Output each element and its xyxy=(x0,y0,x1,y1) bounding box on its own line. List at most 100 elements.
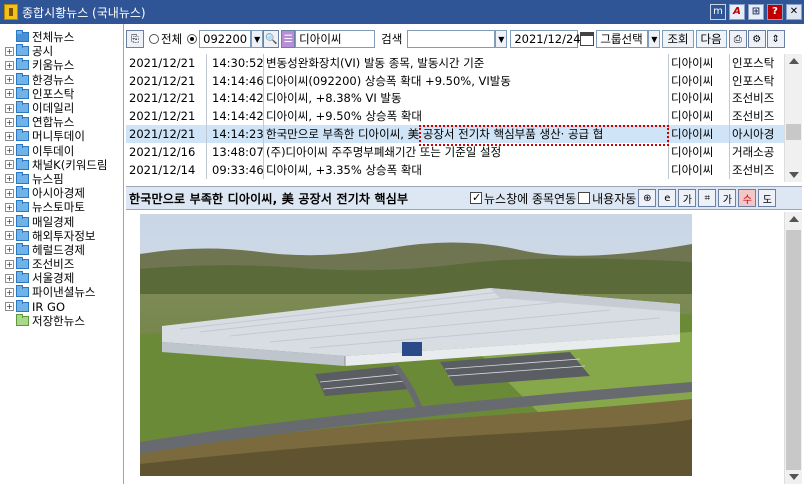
article-scroll-thumb[interactable] xyxy=(786,230,801,470)
pin-icon[interactable]: ⊞ xyxy=(748,4,764,20)
search-input[interactable] xyxy=(407,30,496,48)
news-list-scrollbar[interactable] xyxy=(784,54,802,182)
news-link-checkbox[interactable] xyxy=(470,191,482,204)
expand-icon[interactable]: + xyxy=(5,188,14,198)
gear-icon[interactable]: ⚙ xyxy=(747,30,766,48)
expand-icon[interactable]: + xyxy=(5,46,14,56)
tree-item[interactable]: + 해외투자정보 xyxy=(0,228,123,243)
expand-icon[interactable]: + xyxy=(5,217,14,227)
expand-icon[interactable]: + xyxy=(5,287,14,297)
help-button[interactable]: ? xyxy=(767,4,783,20)
folder-icon xyxy=(16,129,29,142)
expand-icon[interactable]: + xyxy=(5,146,14,156)
article-scroll-up-icon[interactable] xyxy=(789,216,799,222)
font-smaller-icon[interactable]: 가 xyxy=(678,189,697,207)
stock-search-icon[interactable]: ⎘ xyxy=(126,30,144,48)
group-select[interactable]: 그룹선택 xyxy=(596,30,649,48)
article-scrollbar[interactable] xyxy=(784,212,802,484)
expand-icon[interactable]: + xyxy=(5,259,14,269)
article-body xyxy=(126,212,784,484)
tree-item[interactable]: + 아시아경제 xyxy=(0,186,123,200)
auto-content-checkbox[interactable] xyxy=(578,192,591,204)
tree-item[interactable]: 전체뉴스 xyxy=(0,30,123,44)
news-row[interactable]: 2021/12/21 14:14:42 디아이씨, +9.50% 상승폭 확대 디아이… xyxy=(126,107,784,126)
tree-item[interactable]: + 뉴스핌 xyxy=(0,171,123,186)
tree-item[interactable]: + 파이낸셜뉴스 xyxy=(0,285,123,299)
factory-photo xyxy=(140,214,692,476)
tree-item[interactable]: 저장한뉴스 xyxy=(0,313,123,328)
tree-item[interactable]: + 머니투데이 xyxy=(0,129,123,143)
radio-code[interactable] xyxy=(187,34,198,44)
tree-item[interactable]: + 서울경제 xyxy=(0,271,123,285)
tree-item[interactable]: + 뉴스토마토 xyxy=(0,200,123,214)
fit-icon[interactable]: ⌗ xyxy=(698,189,717,207)
m-button[interactable]: m xyxy=(710,4,726,20)
tree-item[interactable]: + 헤럴드경제 xyxy=(0,242,123,257)
stock-code-input[interactable]: 092200 xyxy=(199,30,252,48)
tree-item[interactable]: + IR GO xyxy=(0,299,123,314)
news-row[interactable]: 2021/12/21 14:14:23 한국만으로 부족한 디아이씨, 美 공장서 … xyxy=(126,125,784,143)
news-row[interactable]: 2021/12/21 14:14:46 디아이씨(092200) 상승폭 확대 +9… xyxy=(126,71,784,90)
tree-item[interactable]: + 공시 xyxy=(0,44,123,58)
tree-item[interactable]: + 이투데이 xyxy=(0,143,123,158)
expand-icon[interactable]: + xyxy=(5,103,14,113)
tree-item[interactable]: + 한경뉴스 xyxy=(0,72,123,87)
news-row[interactable]: 2021/12/16 13:48:07 (주)디아이씨 주주명부폐쇄기간 또는 기준… xyxy=(126,142,784,161)
zoom-icon[interactable]: ⊕ xyxy=(638,189,657,207)
font-size-icon[interactable]: A xyxy=(729,4,745,20)
news-stock: 디아이씨 xyxy=(671,91,714,106)
next-button[interactable]: 다음 xyxy=(695,30,727,48)
news-stock: 디아이씨 xyxy=(671,162,714,177)
search-dropdown-icon[interactable]: ▼ xyxy=(495,30,508,48)
folder-icon xyxy=(16,271,29,284)
expand-icon[interactable]: + xyxy=(5,117,14,127)
expand-icon[interactable]: + xyxy=(5,231,14,241)
expand-icon[interactable]: + xyxy=(5,75,14,85)
news-source: 거래소공 xyxy=(732,144,775,159)
folder-icon xyxy=(16,257,29,270)
code-dropdown-icon[interactable]: ▼ xyxy=(251,30,264,48)
magnifier-icon[interactable]: 🔍 xyxy=(263,30,280,48)
expand-icon[interactable]: + xyxy=(5,273,14,283)
tree-item[interactable]: + 조선비즈 xyxy=(0,257,123,271)
news-row[interactable]: 2021/12/21 14:14:42 디아이씨, +8.38% VI 발동 디아이씨… xyxy=(126,89,784,108)
news-row[interactable]: 2021/12/14 09:33:46 디아이씨, +3.35% 상승폭 확대 디아이… xyxy=(126,160,784,179)
tree-item[interactable]: + 매일경제 xyxy=(0,214,123,229)
tree-item[interactable]: + 연합뉴스 xyxy=(0,115,123,129)
browser-icon[interactable]: e xyxy=(658,189,677,207)
close-button[interactable]: ✕ xyxy=(786,4,802,20)
expand-icon[interactable]: + xyxy=(5,245,14,255)
radio-all[interactable] xyxy=(149,34,159,44)
scroll-thumb[interactable] xyxy=(786,124,801,140)
group-dropdown-icon[interactable]: ▼ xyxy=(648,30,661,48)
tree-item[interactable]: + 키움뉴스 xyxy=(0,58,123,72)
date-input[interactable]: 2021/12/24 xyxy=(510,30,581,48)
scroll-down-icon[interactable] xyxy=(789,172,799,178)
expand-icon[interactable]: + xyxy=(5,131,14,141)
view-icon[interactable]: 도 xyxy=(758,189,777,207)
font-larger-icon[interactable]: 가 xyxy=(718,189,737,207)
stock-name-field: 디아이씨 xyxy=(295,30,376,48)
expand-icon[interactable]: + xyxy=(5,174,14,184)
expand-icon[interactable]: + xyxy=(5,202,14,212)
folder-icon xyxy=(16,72,29,85)
tree-item[interactable]: + 인포스탁 xyxy=(0,86,123,101)
expand-icon[interactable]: + xyxy=(5,89,14,99)
news-date: 2021/12/14 xyxy=(129,162,196,177)
expand-icon[interactable]: + xyxy=(5,302,14,312)
article-scroll-down-icon[interactable] xyxy=(789,474,799,480)
news-row[interactable]: 2021/12/21 14:30:52 변동성완화장치(VI) 발동 종목, 발동시… xyxy=(126,54,784,72)
inquiry-button[interactable]: 조회 xyxy=(662,30,694,48)
search-toolbar: ⎘ 전체 092200 ▼ 🔍 ☰ 디아이씨 검색 ▼ 2021/12/24 그… xyxy=(126,28,802,50)
arrow-updown-icon[interactable]: ⇕ xyxy=(766,30,785,48)
tree-item[interactable]: + 채널K(키워드림 xyxy=(0,157,123,172)
calendar-icon[interactable] xyxy=(580,32,595,46)
stock-info-icon[interactable]: ☰ xyxy=(281,30,296,48)
expand-icon[interactable]: + xyxy=(5,60,14,70)
print-icon[interactable]: ⎙ xyxy=(728,30,747,48)
edit-icon[interactable]: 수 xyxy=(738,189,757,207)
tree-item[interactable]: + 이데일리 xyxy=(0,101,123,115)
scroll-up-icon[interactable] xyxy=(789,58,799,64)
folder-icon xyxy=(16,115,29,128)
expand-icon[interactable]: + xyxy=(5,160,14,170)
